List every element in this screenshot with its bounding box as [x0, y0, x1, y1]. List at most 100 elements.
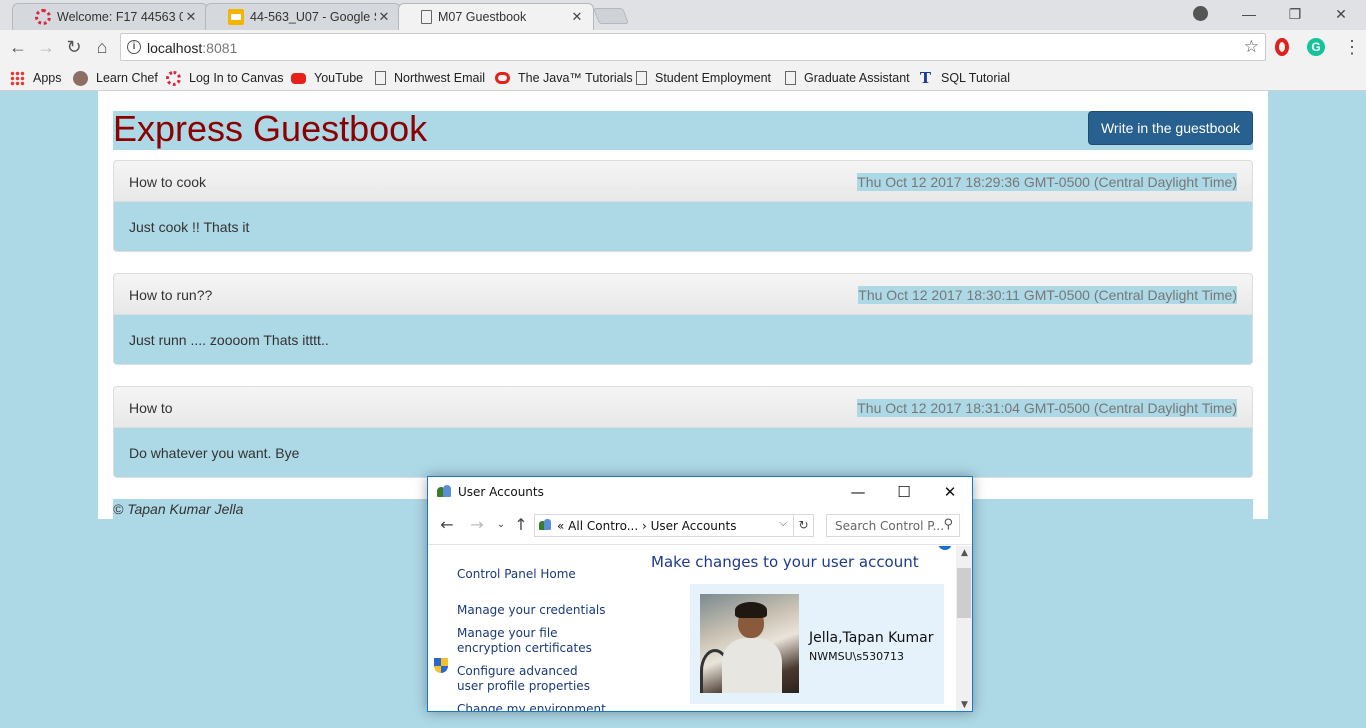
entry-header: How to run?? Thu Oct 12 2017 18:30:11 GM…	[114, 274, 1252, 315]
opera-extension-icon[interactable]	[1275, 38, 1289, 56]
bookmark-java-tutorials[interactable]: The Java™ Tutorials	[495, 69, 633, 87]
entry-body: Just cook !! Thats it	[129, 219, 250, 235]
close-window-button[interactable]: ✕	[1318, 0, 1364, 28]
bookmark-canvas[interactable]: Log In to Canvas	[166, 69, 284, 87]
entry-title: How to cook	[129, 174, 207, 190]
apps-grid-icon	[10, 70, 25, 86]
bookmark-label: YouTube	[314, 71, 364, 85]
close-window-button[interactable]: ✕	[927, 477, 972, 507]
write-guestbook-button[interactable]: Write in the guestbook	[1088, 111, 1253, 145]
bookmark-label: The Java™ Tutorials	[518, 71, 633, 85]
guestbook-container: Express Guestbook Write in the guestbook…	[98, 91, 1268, 519]
page-title: Express Guestbook	[113, 108, 428, 149]
breadcrumb-overflow[interactable]: «	[557, 519, 564, 533]
scroll-down-icon[interactable]: ▼	[956, 700, 972, 710]
close-icon[interactable]: ✕	[183, 9, 199, 25]
canvas-icon	[35, 9, 51, 25]
vertical-scrollbar[interactable]: ▲ ▼	[956, 546, 972, 711]
page-icon	[636, 71, 647, 85]
entry-date: Thu Oct 12 2017 18:30:11 GMT-0500 (Centr…	[858, 286, 1237, 304]
address-bar[interactable]: i localhost:8081 ☆	[120, 33, 1266, 61]
tab-title: 44-563_U07 - Google Sli	[250, 10, 376, 24]
help-icon[interactable]	[938, 546, 952, 550]
url-port: :8081	[202, 40, 238, 56]
user-account-id: NWMSU\s530713	[809, 650, 905, 663]
chrome-menu-icon[interactable]: ⋮	[1343, 35, 1361, 59]
bookmark-student-employment[interactable]: Student Employment	[636, 69, 771, 87]
browser-toolbar: ← → ↻ ⌂ i localhost:8081 ☆ G ⋮	[0, 30, 1366, 64]
page-icon	[375, 71, 386, 85]
bookmarks-bar: Apps Learn Chef Log In to Canvas YouTube…	[0, 64, 1366, 91]
tab-canvas-welcome[interactable]: Welcome: F17 44563 03/ ✕	[12, 3, 208, 30]
entry-body: Just runn .... zoooom Thats itttt..	[129, 332, 329, 348]
entry-title: How to	[129, 400, 173, 416]
restore-button[interactable]: ❐	[1272, 0, 1318, 28]
entry-date: Thu Oct 12 2017 18:29:36 GMT-0500 (Centr…	[857, 173, 1237, 191]
chevron-down-icon[interactable]: ⌵	[779, 518, 787, 529]
minimize-button[interactable]: —	[1226, 0, 1272, 28]
bookmark-label: Learn Chef	[96, 71, 158, 85]
back-arrow-icon[interactable]: ←	[437, 516, 457, 534]
close-icon[interactable]: ✕	[376, 9, 392, 25]
breadcrumb-user-accounts[interactable]: User Accounts	[651, 519, 737, 533]
link-environment-variables[interactable]: Change my environment variables	[457, 702, 607, 711]
entry-title: How to run??	[129, 287, 213, 303]
tab-guestbook[interactable]: M07 Guestbook ✕	[398, 3, 594, 30]
bookmark-sql-tutorial[interactable]: T SQL Tutorial	[918, 69, 1010, 87]
back-arrow-icon[interactable]: ←	[6, 35, 30, 59]
account-icon[interactable]	[1193, 6, 1208, 21]
recent-locations-chevron-icon[interactable]: ⌄	[491, 516, 511, 534]
user-accounts-window: User Accounts — ☐ ✕ ← → ⌄ ↑ « All Contro…	[427, 476, 973, 712]
user-accounts-icon	[437, 485, 452, 499]
control-panel-icon	[539, 519, 553, 532]
search-input[interactable]: Search Control P... ⚲	[826, 514, 960, 537]
breadcrumb: « All Contro... › User Accounts	[557, 519, 736, 533]
bookmark-graduate-assistant[interactable]: Graduate Assistant	[785, 69, 910, 87]
page-icon	[421, 10, 432, 24]
url-text: localhost:8081	[147, 40, 237, 56]
bookmark-label: Student Employment	[655, 71, 772, 85]
bookmark-label: SQL Tutorial	[941, 71, 1011, 85]
uac-shield-icon	[434, 658, 448, 674]
reload-icon[interactable]: ↻	[62, 35, 86, 59]
link-manage-credentials[interactable]: Manage your credentials	[457, 603, 606, 618]
google-slides-icon	[228, 9, 244, 25]
youtube-icon	[291, 72, 306, 84]
page-header: Express Guestbook Write in the guestbook	[113, 108, 1253, 150]
link-advanced-profile-properties[interactable]: Configure advanced user profile properti…	[457, 664, 607, 694]
forward-arrow-icon[interactable]: →	[467, 516, 487, 534]
info-icon[interactable]: i	[127, 40, 141, 54]
link-control-panel-home[interactable]: Control Panel Home	[457, 567, 576, 582]
link-file-encryption-certificates[interactable]: Manage your file encryption certificates	[457, 626, 617, 656]
home-icon[interactable]: ⌂	[90, 35, 114, 59]
page-icon	[785, 71, 796, 85]
forward-arrow-icon[interactable]: →	[34, 35, 58, 59]
bookmark-northwest-email[interactable]: Northwest Email	[375, 69, 485, 87]
tab-google-slides[interactable]: 44-563_U07 - Google Sli ✕	[205, 3, 401, 30]
breadcrumb-separator[interactable]: ›	[642, 519, 647, 533]
maximize-button[interactable]: ☐	[881, 477, 927, 507]
url-host: localhost	[147, 40, 203, 56]
bookmark-learn-chef[interactable]: Learn Chef	[73, 69, 158, 87]
user-account-card: Jella,Tapan Kumar NWMSU\s530713	[690, 584, 944, 704]
refresh-icon[interactable]: ↻	[793, 515, 813, 536]
guestbook-entry: How to cook Thu Oct 12 2017 18:29:36 GMT…	[113, 160, 1253, 252]
address-bar[interactable]: « All Contro... › User Accounts ⌵ ↻	[534, 514, 814, 537]
search-icon[interactable]: ⚲	[943, 517, 953, 532]
breadcrumb-all-control-panel[interactable]: All Contro...	[568, 519, 638, 533]
bookmark-apps[interactable]: Apps	[10, 69, 62, 87]
minimize-button[interactable]: —	[835, 477, 881, 507]
window-titlebar[interactable]: User Accounts — ☐ ✕	[428, 477, 972, 507]
up-arrow-icon[interactable]: ↑	[511, 516, 531, 534]
scroll-up-icon[interactable]: ▲	[956, 548, 972, 558]
explorer-navigation-bar: ← → ⌄ ↑ « All Contro... › User Accounts …	[428, 507, 972, 545]
entry-header: How to cook Thu Oct 12 2017 18:29:36 GMT…	[114, 161, 1252, 202]
entry-body: Do whatever you want. Bye	[129, 445, 300, 461]
bookmark-youtube[interactable]: YouTube	[291, 69, 363, 87]
grammarly-extension-icon[interactable]: G	[1307, 38, 1325, 56]
close-icon[interactable]: ✕	[569, 9, 585, 25]
scrollbar-thumb[interactable]	[957, 568, 971, 618]
entry-header: How to Thu Oct 12 2017 18:31:04 GMT-0500…	[114, 387, 1252, 428]
new-tab-button[interactable]	[593, 8, 629, 24]
star-icon[interactable]: ☆	[1244, 37, 1259, 57]
